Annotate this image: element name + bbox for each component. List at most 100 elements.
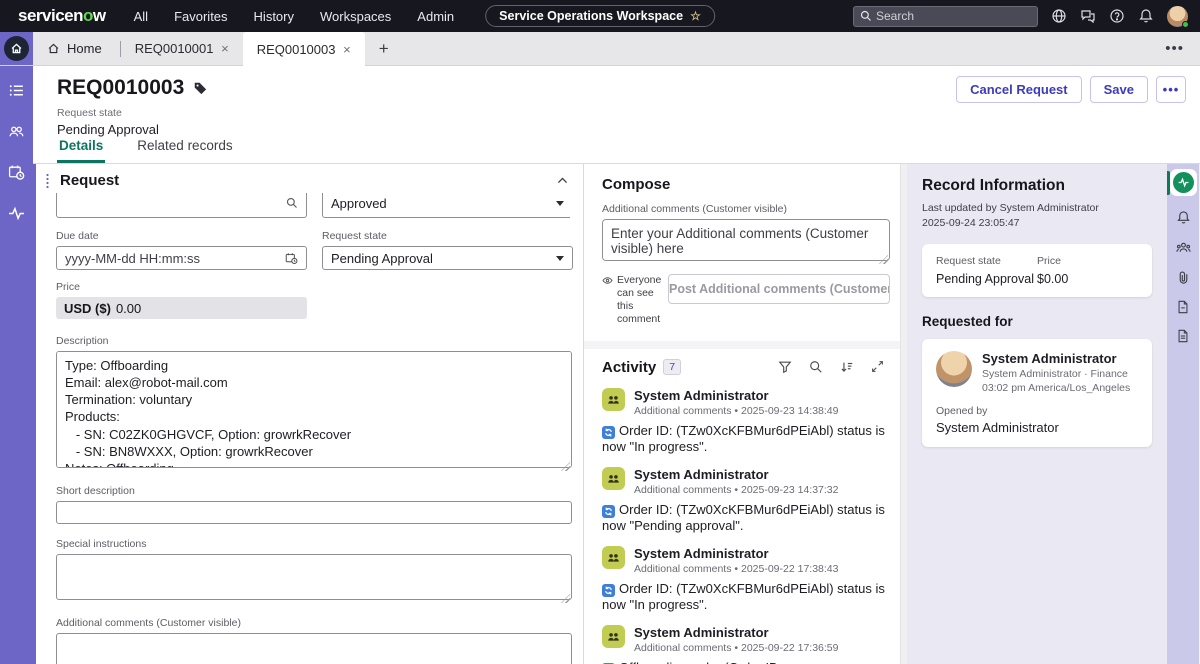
help-icon[interactable] bbox=[1109, 8, 1125, 24]
document-icon[interactable] bbox=[1176, 300, 1190, 314]
special-instructions-textarea[interactable] bbox=[56, 554, 572, 600]
opened-by-value[interactable]: System Administrator bbox=[936, 420, 1138, 435]
teams-icon[interactable] bbox=[8, 123, 25, 140]
search-scope-dropdown[interactable] bbox=[1037, 7, 1038, 26]
search-icon bbox=[860, 10, 872, 22]
due-date-input[interactable] bbox=[65, 251, 285, 266]
short-description-label: Short description bbox=[56, 485, 570, 497]
due-date-field[interactable] bbox=[56, 246, 307, 270]
activity-search-icon[interactable] bbox=[809, 360, 823, 374]
request-state-select[interactable]: Pending Approval bbox=[322, 246, 573, 270]
notifications-bell-icon[interactable] bbox=[1138, 8, 1154, 24]
date-picker-icon[interactable] bbox=[285, 252, 298, 265]
nav-workspaces[interactable]: Workspaces bbox=[320, 9, 391, 24]
tab-related-records[interactable]: Related records bbox=[135, 131, 234, 163]
summary-price-label: Price bbox=[1037, 255, 1138, 267]
requested-for-name[interactable]: System Administrator bbox=[982, 351, 1130, 366]
tab-label: REQ0010003 bbox=[257, 42, 336, 57]
entry-meta: Additional comments • 2025-09-22 17:38:4… bbox=[634, 563, 838, 575]
tab-overflow-button[interactable]: ••• bbox=[1149, 40, 1200, 57]
topbar-right-group bbox=[853, 6, 1188, 27]
drag-handle-icon[interactable] bbox=[45, 173, 50, 189]
collapse-section-icon[interactable] bbox=[556, 174, 569, 187]
screen: servicenow All Favorites History Workspa… bbox=[0, 0, 1200, 664]
search-input[interactable] bbox=[872, 9, 1037, 23]
tab-details[interactable]: Details bbox=[57, 131, 105, 163]
workspace-home-button[interactable] bbox=[0, 32, 33, 65]
request-form-panel: Request bbox=[33, 164, 583, 664]
home-icon bbox=[47, 42, 60, 55]
close-tab-icon[interactable]: × bbox=[339, 41, 355, 58]
reference-lookup-field[interactable] bbox=[56, 193, 307, 218]
post-comment-button[interactable]: Post Additional comments (Customer visib… bbox=[668, 274, 890, 304]
nav-history[interactable]: History bbox=[254, 9, 294, 24]
lookup-search-icon[interactable] bbox=[286, 197, 298, 209]
right-sidebar-rail bbox=[1167, 164, 1199, 664]
chevron-down-icon bbox=[556, 201, 564, 206]
document-text-icon[interactable] bbox=[1176, 329, 1190, 343]
entry-author[interactable]: System Administrator bbox=[634, 388, 838, 403]
activity-header: Activity 7 bbox=[602, 359, 890, 376]
activity-pulse-icon[interactable] bbox=[8, 205, 25, 222]
related-people-icon[interactable] bbox=[1176, 240, 1191, 255]
activity-scrollbar[interactable] bbox=[900, 164, 907, 664]
approval-value: Approved bbox=[331, 196, 387, 211]
requested-for-avatar[interactable] bbox=[936, 351, 972, 387]
favorite-star-icon[interactable]: ☆ bbox=[690, 9, 701, 23]
left-sidebar-rail bbox=[0, 66, 33, 664]
tab-req0010003[interactable]: REQ0010003 × bbox=[243, 32, 365, 66]
description-textarea[interactable]: Type: Offboarding Email: alex@robot-mail… bbox=[56, 351, 572, 468]
list-icon[interactable] bbox=[8, 82, 25, 99]
sort-icon[interactable] bbox=[840, 360, 854, 374]
chat-icon[interactable] bbox=[1080, 8, 1096, 24]
workspace-pill[interactable]: Service Operations Workspace ☆ bbox=[485, 5, 715, 27]
approval-select[interactable]: Approved bbox=[322, 193, 570, 218]
nav-favorites[interactable]: Favorites bbox=[174, 9, 227, 24]
user-avatar[interactable] bbox=[1167, 6, 1188, 27]
compose-activity-panel: Compose Additional comments (Customer vi… bbox=[583, 164, 907, 664]
active-rail-indicator bbox=[1167, 171, 1170, 195]
tab-req0010001[interactable]: REQ0010001 × bbox=[121, 32, 243, 65]
requested-for-card: System Administrator System Administrato… bbox=[922, 339, 1152, 447]
top-navbar: servicenow All Favorites History Workspa… bbox=[0, 0, 1200, 32]
entry-author[interactable]: System Administrator bbox=[634, 625, 838, 640]
entry-author[interactable]: System Administrator bbox=[634, 467, 838, 482]
entry-author[interactable]: System Administrator bbox=[634, 546, 838, 561]
clipped-field-row: Approved bbox=[56, 193, 570, 219]
activity-stream-tool[interactable] bbox=[1170, 169, 1197, 196]
filter-icon[interactable] bbox=[778, 360, 792, 374]
request-section-header: Request bbox=[36, 164, 583, 193]
nav-all[interactable]: All bbox=[134, 9, 148, 24]
refresh-icon bbox=[602, 426, 615, 439]
entry-body: Order ID: (TZw0XcKFBMur6dPEiAbl) status … bbox=[602, 423, 890, 456]
price-value: 0.00 bbox=[116, 301, 141, 316]
compose-textarea[interactable] bbox=[602, 219, 890, 261]
cancel-request-button[interactable]: Cancel Request bbox=[956, 76, 1082, 103]
home-logo-icon bbox=[4, 36, 29, 61]
additional-comments-textarea[interactable] bbox=[56, 633, 572, 664]
activity-stream-icon bbox=[1173, 172, 1194, 193]
servicenow-logo[interactable]: servicenow bbox=[18, 6, 106, 26]
save-button[interactable]: Save bbox=[1090, 76, 1148, 103]
calendar-clock-icon[interactable] bbox=[8, 164, 25, 181]
tag-icon[interactable] bbox=[193, 81, 207, 95]
attachments-paperclip-icon[interactable] bbox=[1176, 270, 1191, 285]
new-tab-button[interactable]: + bbox=[373, 39, 395, 59]
entry-meta: Additional comments • 2025-09-23 14:37:3… bbox=[634, 484, 838, 496]
activity-count-badge: 7 bbox=[663, 359, 681, 375]
activity-entry: System Administrator Additional comments… bbox=[602, 546, 890, 614]
close-tab-icon[interactable]: × bbox=[217, 40, 233, 57]
tab-home[interactable]: Home bbox=[33, 32, 120, 65]
compose-title: Compose bbox=[602, 176, 890, 193]
workspace-tabbar: Home REQ0010001 × REQ0010003 × + ••• bbox=[0, 32, 1200, 66]
notifications-tool-icon[interactable] bbox=[1176, 210, 1191, 225]
refresh-icon bbox=[602, 584, 615, 597]
expand-icon[interactable] bbox=[871, 360, 884, 374]
nav-admin[interactable]: Admin bbox=[417, 9, 454, 24]
globe-icon[interactable] bbox=[1051, 8, 1067, 24]
reference-lookup-input[interactable] bbox=[65, 196, 286, 211]
compose-field-label: Additional comments (Customer visible) bbox=[602, 203, 890, 215]
presence-dot bbox=[1182, 21, 1189, 28]
short-description-input[interactable] bbox=[56, 501, 572, 524]
more-actions-button[interactable]: ••• bbox=[1156, 76, 1186, 103]
